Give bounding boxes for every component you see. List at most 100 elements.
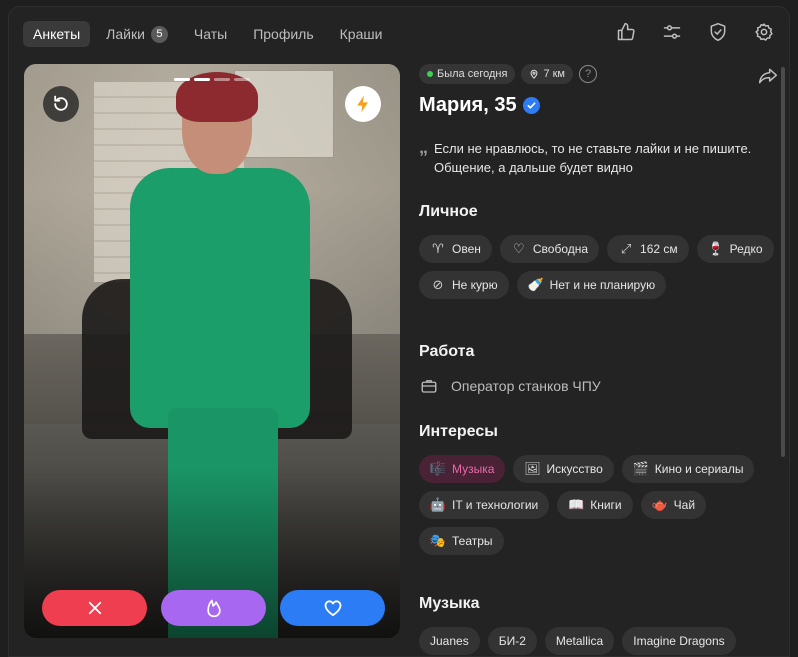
photo-dot[interactable]: [194, 78, 210, 81]
filter-sliders-icon[interactable]: [661, 21, 683, 43]
section-title-work: Работа: [419, 343, 475, 360]
photo-dot[interactable]: [234, 78, 250, 81]
thumbs-up-icon[interactable]: [615, 21, 637, 43]
shield-check-icon[interactable]: [707, 21, 729, 43]
photo-pagination: [174, 78, 250, 81]
picture-icon: 🖼: [524, 461, 541, 476]
interest-chips: 🎼 Музыка 🖼 Искусство 🎬 Кино и сериалы 🤖 IT и…: [419, 455, 779, 555]
chip-alcohol: 🍷 Редко: [696, 235, 774, 263]
tab-chats[interactable]: Чаты: [184, 21, 237, 47]
share-arrow-icon: [758, 68, 778, 84]
chip-interest-theatre: 🎭 Театры: [419, 527, 504, 555]
chip-label: Театры: [452, 534, 493, 548]
theatre-masks-icon: 🎭: [429, 533, 447, 548]
top-nav-actions: [615, 21, 775, 43]
distance-badge: 7 км: [521, 64, 573, 84]
distance-text: 7 км: [543, 68, 565, 80]
gear-icon[interactable]: [753, 21, 775, 43]
quote-icon: „: [419, 137, 428, 157]
chip-label: Книги: [590, 498, 622, 512]
boost-button[interactable]: [345, 86, 381, 122]
profile-bio-text: Если не нравлюсь, то не ставьте лайки и …: [434, 141, 752, 175]
chip-artist: БИ-2: [487, 627, 537, 655]
tab-ankety[interactable]: Анкеты: [23, 21, 91, 47]
app-window: Анкеты Лайки 5 Чаты Профиль Краши Была с…: [8, 6, 790, 657]
chip-interest-art: 🖼 Искусство: [513, 455, 614, 483]
chip-smoking: ⊘ Не курю: [419, 271, 509, 299]
section-title-personal: Личное: [419, 203, 478, 220]
verified-check-icon: [522, 97, 540, 114]
photo-dot[interactable]: [174, 78, 190, 81]
baby-bottle-icon: 🍼: [527, 277, 544, 292]
photo-dot[interactable]: [214, 78, 230, 81]
tab-label: Краши: [339, 26, 383, 42]
book-icon: 📖: [568, 497, 585, 512]
tab-label: Лайки: [106, 26, 145, 42]
online-status-text: Была сегодня: [437, 68, 508, 80]
tab-label: Анкеты: [33, 26, 81, 42]
tab-label: Чаты: [193, 26, 228, 42]
cigarette-icon: ⊘: [432, 277, 444, 292]
heart-outline-icon: ♡: [513, 241, 525, 256]
chip-label: IT и технологии: [452, 498, 539, 512]
chip-interest-music: 🎼 Музыка: [419, 455, 506, 483]
chip-label: Музыка: [452, 462, 495, 476]
heart-icon: [324, 600, 341, 616]
like-button[interactable]: [280, 590, 385, 626]
briefcase-icon: [421, 380, 437, 393]
chip-interest-tea: 🫖 Чай: [640, 491, 707, 519]
chip-label: Чай: [673, 498, 696, 512]
dislike-button[interactable]: [42, 590, 147, 626]
section-title-interests: Интересы: [419, 423, 498, 440]
section-title-music: Музыка: [419, 595, 480, 612]
flame-icon: [206, 599, 221, 618]
tab-label: Профиль: [253, 26, 314, 42]
likes-count-badge: 5: [150, 25, 168, 43]
chip-relationship: ♡ Свободна: [499, 235, 600, 263]
chip-children: 🍼 Нет и не планирую: [516, 271, 667, 299]
chip-label: Редко: [729, 242, 763, 256]
chip-label: 162 см: [640, 242, 678, 256]
chip-interest-it: 🤖 IT и технологии: [419, 491, 550, 519]
profile-photo[interactable]: [24, 64, 400, 638]
teapot-icon: 🫖: [651, 497, 668, 512]
undo-icon: [54, 95, 68, 111]
location-pin-icon: [530, 69, 538, 79]
music-notes-icon: 🎼: [429, 461, 447, 476]
chip-interest-movies: 🎬 Кино и сериалы: [621, 455, 755, 483]
work-row: Оператор станков ЧПУ: [419, 377, 779, 395]
tab-profile[interactable]: Профиль: [243, 21, 323, 47]
chip-artist: Metallica: [544, 627, 615, 655]
chip-label: Искусство: [546, 462, 603, 476]
chip-zodiac: ♈ Овен: [419, 235, 492, 263]
personal-chips: ♈ Овен ♡ Свободна ⤢ 162 см 🍷 Редко ⊘ Не курю …: [419, 235, 779, 299]
wine-glass-icon: 🍷: [707, 241, 724, 256]
height-icon: ⤢: [620, 241, 632, 256]
help-icon[interactable]: ?: [579, 65, 597, 83]
profile-name-text: Мария, 35: [419, 94, 517, 116]
chip-height: ⤢ 162 см: [607, 235, 689, 263]
scrollbar[interactable]: [781, 67, 785, 457]
superlike-button[interactable]: [161, 590, 266, 626]
chip-artist: Imagine Dragons: [622, 627, 736, 655]
share-button[interactable]: [757, 66, 779, 91]
tab-likes[interactable]: Лайки 5: [96, 21, 178, 47]
chip-label: Свободна: [532, 242, 589, 256]
robot-icon: 🤖: [429, 497, 447, 512]
lightning-icon: [357, 95, 368, 113]
profile-name: Мария, 35: [419, 94, 779, 117]
profile-info: Была сегодня 7 км ? Мария, 35 „ Если не …: [419, 64, 779, 655]
chip-label: Кино и сериалы: [654, 462, 744, 476]
chip-artist: Juanes: [419, 627, 480, 655]
online-status-badge: Была сегодня: [419, 64, 516, 84]
tab-crushes[interactable]: Краши: [330, 21, 393, 47]
chip-label: Не курю: [452, 278, 498, 292]
close-icon: [88, 601, 101, 615]
undo-button[interactable]: [43, 86, 79, 122]
job-title: Оператор станков ЧПУ: [451, 378, 601, 394]
music-chips: Juanes БИ-2 Metallica Imagine Dragons: [419, 627, 779, 655]
clapperboard-icon: 🎬: [632, 461, 649, 476]
profile-meta-row: Была сегодня 7 км ?: [419, 64, 779, 84]
chip-interest-books: 📖 Книги: [557, 491, 633, 519]
top-nav: Анкеты Лайки 5 Чаты Профиль Краши: [23, 21, 392, 47]
